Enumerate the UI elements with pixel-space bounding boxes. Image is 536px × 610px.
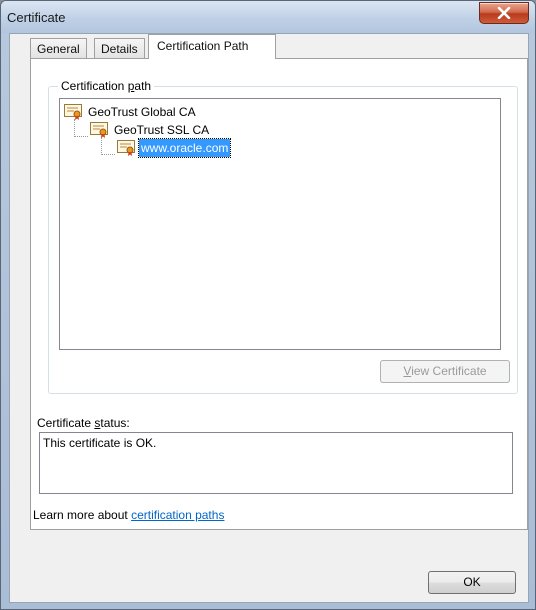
tab-certification-path[interactable]: Certification Path [148, 34, 276, 59]
certification-path-label: Certification path [58, 79, 155, 93]
certificate-icon [90, 122, 108, 138]
certification-paths-link[interactable]: certification paths [131, 508, 224, 522]
view-certificate-button[interactable]: View Certificate [380, 360, 510, 383]
certificate-window: Certificate General Details Certificatio… [0, 0, 536, 610]
ok-button[interactable]: OK [428, 571, 516, 594]
close-icon [497, 7, 511, 19]
tab-details[interactable]: Details [94, 38, 145, 58]
certificate-status-box[interactable]: This certificate is OK. [39, 432, 513, 494]
certificate-icon [117, 140, 135, 156]
certification-path-group: Certification path GeoTrust Global CA Ge… [48, 79, 518, 394]
tree-node-label: www.oracle.com [137, 138, 232, 158]
certificate-icon [64, 104, 82, 120]
dialog-body: General Details Certification Path Certi… [9, 33, 529, 603]
learn-more-line: Learn more about certification paths [33, 508, 224, 522]
certificate-status-text: This certificate is OK. [43, 436, 157, 450]
tree-node-label: GeoTrust Global CA [88, 105, 196, 119]
tab-general[interactable]: General [30, 38, 87, 58]
close-button[interactable] [479, 2, 529, 24]
title-bar[interactable]: Certificate [1, 1, 535, 33]
certification-path-tree[interactable]: GeoTrust Global CA GeoTrust SSL CA www.o… [59, 98, 501, 350]
learn-more-text: Learn more about [33, 508, 132, 522]
certification-path-panel: Certification path GeoTrust Global CA Ge… [30, 58, 528, 530]
tree-node-label: GeoTrust SSL CA [114, 123, 210, 137]
certificate-status-label: Certificate status: [37, 416, 130, 430]
window-title: Certificate [7, 10, 66, 25]
